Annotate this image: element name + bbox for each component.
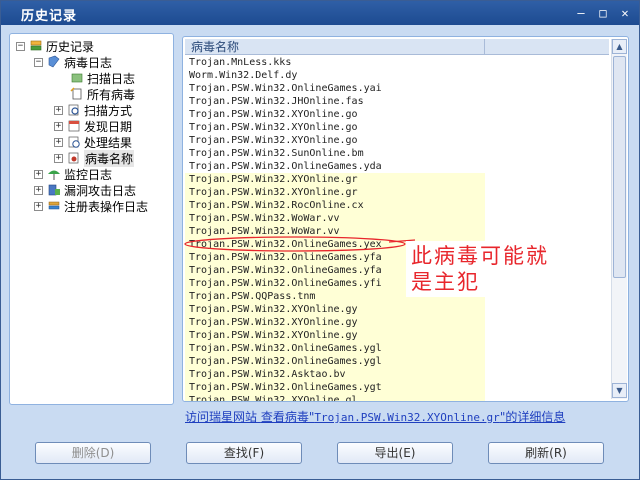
collapse-icon[interactable]: −	[16, 41, 25, 51]
tree-item-virus-name[interactable]: + 病毒名称	[54, 149, 135, 167]
tree-label-discovery-date: 发现日期	[84, 119, 133, 134]
refresh-button[interactable]: 刷新(R)	[488, 442, 604, 464]
collapse-icon[interactable]: −	[34, 57, 43, 67]
list-item[interactable]: Trojan.PSW.Win32.OnlineGames.yda	[185, 160, 485, 173]
tree-root[interactable]: − 历史记录	[16, 38, 94, 54]
window-controls: – □ ✕	[573, 5, 633, 21]
scroll-down-icon[interactable]: ▼	[612, 383, 627, 398]
list-item[interactable]: Trojan.PSW.Win32.RocOnline.cx	[185, 199, 485, 212]
scroll-thumb[interactable]	[613, 56, 626, 278]
list-item[interactable]: Worm.Win32.Delf.dy	[185, 69, 485, 82]
tree-item-all-viruses[interactable]: 所有病毒	[70, 86, 135, 102]
list-item[interactable]: Trojan.PSW.Win32.OnlineGames.ygl	[185, 355, 485, 368]
tree-item-vuln-attack-log[interactable]: + 漏洞攻击日志	[34, 182, 136, 198]
view-detail-virus-name: Trojan.PSW.Win32.XYOnline.gr	[314, 411, 500, 424]
list-item[interactable]: Trojan.PSW.Win32.Asktao.bv	[185, 368, 485, 381]
expand-icon[interactable]: +	[54, 137, 63, 147]
tree-label-result: 处理结果	[84, 135, 133, 150]
registry-icon	[48, 201, 60, 210]
close-button[interactable]: ✕	[617, 5, 633, 21]
export-button[interactable]: 导出(E)	[337, 442, 453, 464]
virus-doc-icon	[68, 152, 79, 164]
tree-label-virus-name: 病毒名称	[84, 149, 135, 167]
log-tree: − 历史记录 − 病毒日志 扫描日志 所有病毒 + 扫描方式 + 发现日期 + …	[9, 33, 174, 405]
column-header-virus-name[interactable]: 病毒名称	[185, 39, 485, 55]
window-title: 历史记录	[21, 9, 78, 24]
magnifier-icon	[68, 104, 79, 116]
tree-item-registry-log[interactable]: + 注册表操作日志	[34, 198, 148, 214]
expand-icon[interactable]: +	[34, 185, 43, 195]
computer-icon	[48, 184, 60, 196]
tree-item-virus-log[interactable]: − 病毒日志	[34, 54, 112, 70]
tree-label-root: 历史记录	[46, 39, 95, 54]
history-window: 历史记录 – □ ✕ − 历史记录 − 病毒日志 扫描日志 所有病毒 + 扫描方…	[0, 0, 640, 480]
list-item[interactable]: Trojan.PSW.Win32.OnlineGames.yai	[185, 82, 485, 95]
tree-label-scan-method: 扫描方式	[84, 103, 133, 118]
expand-icon[interactable]: +	[54, 121, 63, 131]
tree-label-scan-log: 扫描日志	[87, 71, 136, 86]
tree-item-monitor-log[interactable]: + 监控日志	[34, 166, 112, 182]
annotation-line-2: 是主犯	[411, 270, 480, 294]
expand-icon[interactable]: +	[34, 169, 43, 179]
list-header: 病毒名称	[185, 39, 609, 55]
list-item[interactable]: Trojan.PSW.Win32.XYOnline.go	[185, 134, 485, 147]
virus-list: Trojan.MnLess.kks Worm.Win32.Delf.dy Troja…	[185, 56, 609, 401]
virus-list-panel: 病毒名称 Trojan.MnLess.kks Worm.Win32.Delf.dy…	[182, 36, 629, 402]
list-item[interactable]: Trojan.PSW.Win32.XYOnline.gy	[185, 329, 485, 342]
tree-label-virus-log: 病毒日志	[64, 55, 113, 70]
tree-item-scan-method[interactable]: + 扫描方式	[54, 102, 132, 118]
umbrella-icon	[48, 170, 60, 180]
tree-item-result[interactable]: + 处理结果	[54, 134, 132, 150]
list-item[interactable]: Trojan.PSW.Win32.OnlineGames.ygt	[185, 381, 485, 394]
list-item[interactable]: Trojan.PSW.Win32.XYOnline.gy	[185, 316, 485, 329]
annotation-text: 此病毒可能就 是主犯	[411, 243, 549, 295]
list-item[interactable]: Trojan.PSW.Win32.JHOnline.fas	[185, 95, 485, 108]
tree-item-scan-log[interactable]: 扫描日志	[70, 70, 135, 86]
find-button[interactable]: 查找(F)	[186, 442, 302, 464]
list-item[interactable]: Trojan.PSW.Win32.WoWar.vv	[185, 212, 485, 225]
title-bar[interactable]: 历史记录 – □ ✕	[1, 1, 639, 25]
view-detail-link[interactable]: 查看病毒"Trojan.PSW.Win32.XYOnline.gr"的详细信息	[261, 410, 566, 424]
vertical-scrollbar[interactable]: ▲ ▼	[611, 39, 627, 399]
view-detail-prefix: 查看病毒"	[260, 410, 315, 424]
expand-icon[interactable]: +	[54, 153, 63, 163]
visit-site-link[interactable]: 访问瑞星网站	[185, 410, 257, 424]
minimize-button[interactable]: –	[573, 5, 589, 21]
list-item[interactable]: Trojan.PSW.Win32.XYOnline.gy	[185, 303, 485, 316]
column-header-extra[interactable]	[485, 39, 609, 55]
list-item[interactable]: Trojan.PSW.Win32.OnlineGames.ygl	[185, 342, 485, 355]
maximize-button[interactable]: □	[595, 5, 611, 21]
list-item[interactable]: Trojan.PSW.Win32.SunOnline.bm	[185, 147, 485, 160]
annotation-circle	[184, 236, 416, 252]
view-detail-suffix: "的详细信息	[499, 410, 566, 424]
tree-label-monitor-log: 监控日志	[64, 167, 113, 182]
delete-button[interactable]: 删除(D)	[35, 442, 151, 464]
document-icon	[70, 87, 82, 100]
list-item[interactable]: Trojan.PSW.Win32.XYOnline.gr	[185, 173, 485, 186]
book-icon	[48, 55, 60, 68]
list-item[interactable]: Trojan.PSW.Win32.XYOnline.go	[185, 121, 485, 134]
list-item[interactable]: Trojan.MnLess.kks	[185, 56, 485, 69]
clock-icon	[68, 136, 80, 148]
scroll-up-icon[interactable]: ▲	[612, 39, 627, 54]
expand-icon[interactable]: +	[54, 105, 63, 115]
tree-label-registry-log: 注册表操作日志	[64, 199, 149, 214]
list-item[interactable]: Trojan.PSW.Win32.XYOnline.go	[185, 108, 485, 121]
calendar-icon	[68, 120, 80, 132]
list-item[interactable]: Trojan.PSW.Win32.XYOnline.gr	[185, 186, 485, 199]
list-item[interactable]: Trojan.PSW.Win32.XYOnline.gl	[185, 394, 485, 401]
scan-icon	[71, 73, 83, 83]
tree-label-all-viruses: 所有病毒	[87, 87, 136, 102]
detail-links: 访问瑞星网站 查看病毒"Trojan.PSW.Win32.XYOnline.gr…	[185, 408, 565, 425]
tree-label-vuln-attack-log: 漏洞攻击日志	[64, 183, 137, 198]
tree-item-discovery-date[interactable]: + 发现日期	[54, 118, 132, 134]
annotation-line-1: 此病毒可能就	[411, 244, 549, 268]
stack-icon	[30, 40, 42, 51]
expand-icon[interactable]: +	[34, 201, 43, 211]
